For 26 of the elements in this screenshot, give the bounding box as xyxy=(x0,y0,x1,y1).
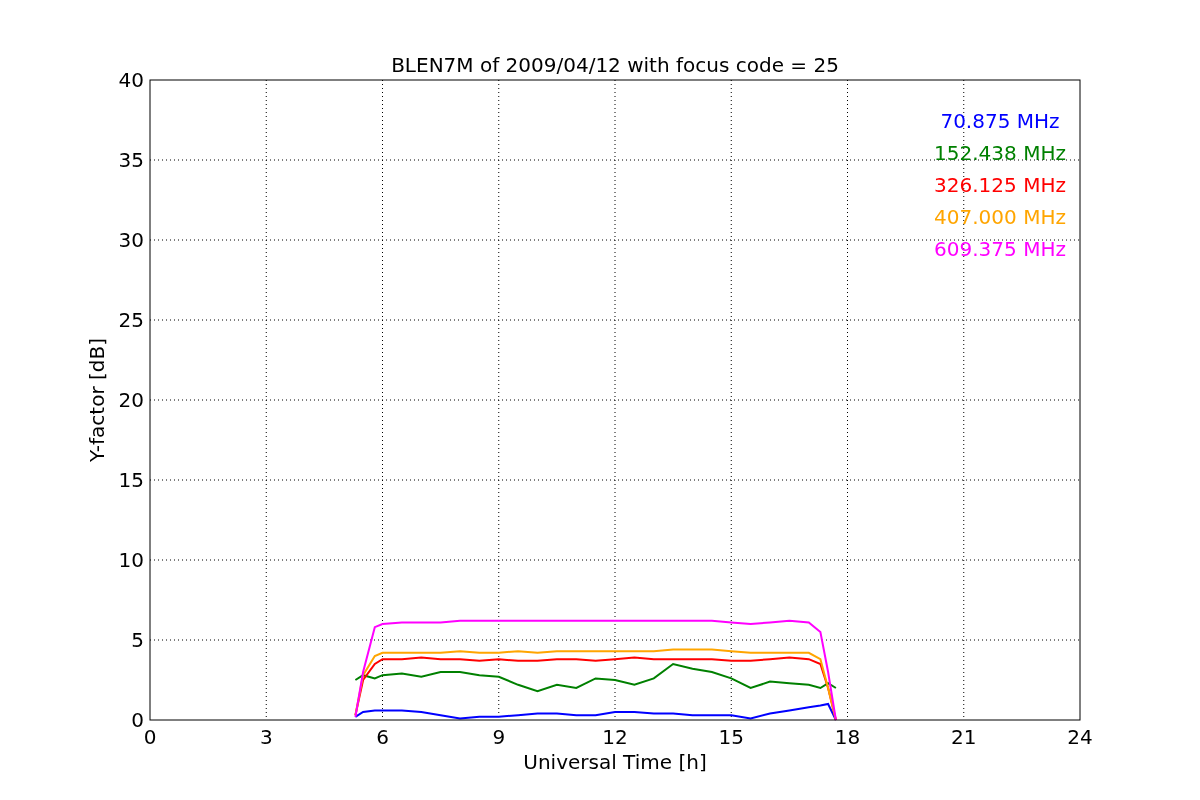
x-tick-label: 3 xyxy=(259,725,273,749)
y-tick-label: 0 xyxy=(131,708,144,732)
x-axis-label: Universal Time [h] xyxy=(523,750,707,774)
y-tick-label: 15 xyxy=(118,468,144,492)
y-tick-label: 10 xyxy=(118,548,144,572)
x-tick-label: 21 xyxy=(951,725,977,749)
x-tick-label: 24 xyxy=(1067,725,1093,749)
chart-title: BLEN7M of 2009/04/12 with focus code = 25 xyxy=(391,53,839,77)
x-tick-label: 0 xyxy=(143,725,157,749)
legend-label: 152.438 MHz xyxy=(934,141,1066,165)
y-tick-label: 40 xyxy=(118,68,144,92)
legend-label: 407.000 MHz xyxy=(934,205,1066,229)
y-tick-label: 35 xyxy=(118,148,144,172)
legend-label: 609.375 MHz xyxy=(934,237,1066,261)
y-tick-label: 5 xyxy=(131,628,144,652)
x-tick-label: 12 xyxy=(602,725,628,749)
x-tick-label: 9 xyxy=(492,725,506,749)
legend-label: 326.125 MHz xyxy=(934,173,1066,197)
y-tick-label: 30 xyxy=(118,228,144,252)
y-axis-label: Y-factor [dB] xyxy=(85,338,109,462)
x-tick-label: 18 xyxy=(834,725,861,749)
x-tick-label: 15 xyxy=(718,725,744,749)
x-tick-label: 6 xyxy=(376,725,389,749)
legend-label: 70.875 MHz xyxy=(940,109,1060,133)
y-tick-label: 25 xyxy=(118,308,144,332)
y-tick-label: 20 xyxy=(118,388,144,412)
